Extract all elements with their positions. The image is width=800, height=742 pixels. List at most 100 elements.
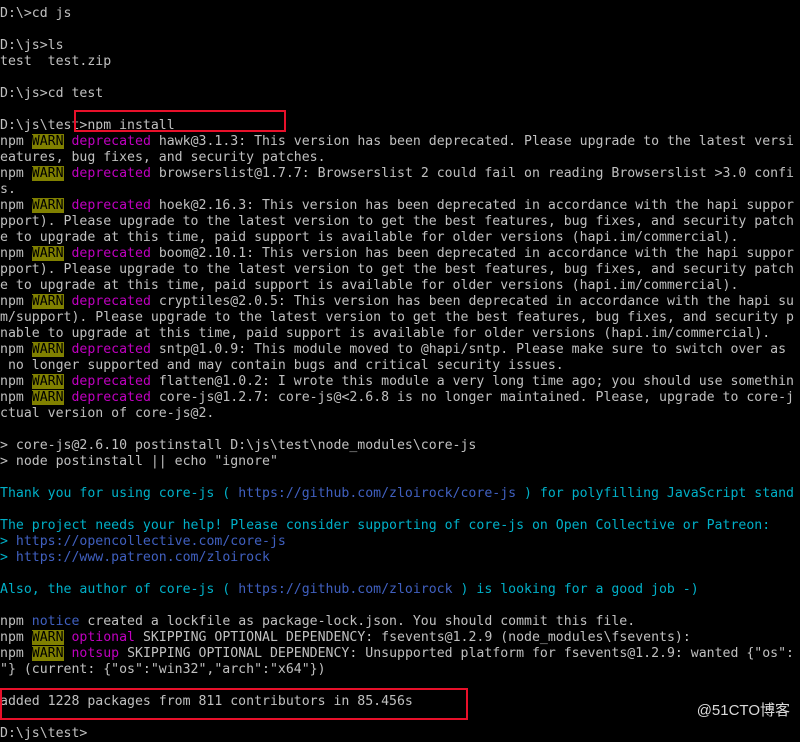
line-text: D:\js\test> xyxy=(0,726,88,741)
line-text: pport). Please upgrade to the latest ver… xyxy=(0,262,794,277)
line-text: npm xyxy=(0,614,32,629)
terminal-line: npm WARN deprecated boom@2.10.1: This ve… xyxy=(0,246,800,262)
terminal-line: > https://opencollective.com/core-js xyxy=(0,534,800,550)
line-text: npm xyxy=(0,390,32,405)
line-text: SKIPPING OPTIONAL DEPENDENCY: Unsupporte… xyxy=(119,646,794,661)
line-text: D:\js>cd test xyxy=(0,86,104,101)
line-text: npm xyxy=(0,646,32,661)
line-text: WARN xyxy=(31,646,64,661)
terminal-line: > node postinstall || echo "ignore" xyxy=(0,454,800,470)
terminal-line: pport). Please upgrade to the latest ver… xyxy=(0,262,800,278)
line-text: hoek@2.16.3: This version has been depre… xyxy=(150,198,794,213)
line-text: eatures, bug fixes, and security patches… xyxy=(0,150,326,165)
line-text: https://www.patreon.com/zloirock xyxy=(15,550,270,565)
line-text: npm xyxy=(0,134,32,149)
line-text: created a lockfile as package-lock.json.… xyxy=(79,614,636,629)
line-text: > xyxy=(0,534,16,549)
line-text: cryptiles@2.0.5: This version has been d… xyxy=(150,294,794,309)
line-text: deprecated xyxy=(71,342,151,357)
line-text: https://github.com/zloirock xyxy=(238,582,453,597)
line-text: npm xyxy=(0,294,32,309)
terminal-line: npm WARN optional SKIPPING OPTIONAL DEPE… xyxy=(0,630,800,646)
line-text: D:\>cd js xyxy=(0,6,72,21)
terminal-line: e to upgrade at this time, paid support … xyxy=(0,230,800,246)
terminal-line: eatures, bug fixes, and security patches… xyxy=(0,150,800,166)
terminal-line: > https://www.patreon.com/zloirock xyxy=(0,550,800,566)
terminal-line: > core-js@2.6.10 postinstall D:\js\test\… xyxy=(0,438,800,454)
terminal-line: "} (current: {"os":"win32","arch":"x64"}… xyxy=(0,662,800,678)
line-text: > node postinstall || echo "ignore" xyxy=(0,454,278,469)
line-text: WARN xyxy=(31,166,64,181)
watermark-logo: @51CTO博客 xyxy=(696,702,790,719)
line-text: WARN xyxy=(31,246,64,261)
line-text: ) is looking for a good job -) xyxy=(452,582,699,597)
line-text: deprecated xyxy=(71,166,151,181)
terminal-line: Also, the author of core-js ( https://gi… xyxy=(0,582,800,598)
line-text: npm xyxy=(0,374,32,389)
line-text: e to upgrade at this time, paid support … xyxy=(0,278,739,293)
line-text: WARN xyxy=(31,134,64,149)
line-text: npm xyxy=(0,198,32,213)
terminal-line: ctual version of core-js@2. xyxy=(0,406,800,422)
line-text: browserslist@1.7.7: Browserslist 2 could… xyxy=(150,166,794,181)
line-text: WARN xyxy=(31,390,64,405)
line-text: "} (current: {"os":"win32","arch":"x64"}… xyxy=(0,662,326,677)
line-text: flatten@1.0.2: I wrote this module a ver… xyxy=(150,374,794,389)
line-text: m/support). Please upgrade to the latest… xyxy=(0,310,794,325)
line-text: notsup xyxy=(71,646,120,661)
terminal-line: pport). Please upgrade to the latest ver… xyxy=(0,214,800,230)
line-text: hawk@3.1.3: This version has been deprec… xyxy=(150,134,794,149)
line-text: test test.zip xyxy=(0,54,112,69)
npm-install-highlight xyxy=(74,110,286,132)
line-text: Also, the author of core-js ( xyxy=(0,582,239,597)
line-text: D:\js>ls xyxy=(0,38,64,53)
line-text: ctual version of core-js@2. xyxy=(0,406,215,421)
line-text: sntp@1.0.9: This module moved to @hapi/s… xyxy=(150,342,787,357)
line-text: WARN xyxy=(31,342,64,357)
line-text: deprecated xyxy=(71,198,151,213)
terminal-line: npm WARN notsup SKIPPING OPTIONAL DEPEND… xyxy=(0,646,800,662)
terminal-line: npm WARN deprecated browserslist@1.7.7: … xyxy=(0,166,800,182)
terminal-line: npm WARN deprecated hawk@3.1.3: This ver… xyxy=(0,134,800,150)
terminal-line: npm WARN deprecated flatten@1.0.2: I wro… xyxy=(0,374,800,390)
line-text: ) for polyfilling JavaScript stand xyxy=(516,486,794,501)
line-text: notice xyxy=(31,614,80,629)
line-text: deprecated xyxy=(71,374,151,389)
line-text: https://github.com/zloirock/core-js xyxy=(238,486,517,501)
result-highlight xyxy=(0,688,468,720)
line-text: https://opencollective.com/core-js xyxy=(15,534,286,549)
terminal-line: npm WARN deprecated sntp@1.0.9: This mod… xyxy=(0,342,800,358)
line-text: e to upgrade at this time, paid support … xyxy=(0,230,739,245)
terminal-line: npm WARN deprecated cryptiles@2.0.5: Thi… xyxy=(0,294,800,310)
line-text: no longer supported and may contain bugs… xyxy=(0,358,564,373)
terminal-line: D:\js>ls xyxy=(0,38,800,54)
line-text: pport). Please upgrade to the latest ver… xyxy=(0,214,794,229)
line-text: deprecated xyxy=(71,246,151,261)
line-text: npm xyxy=(0,246,32,261)
terminal-line: D:\js>cd test xyxy=(0,86,800,102)
line-text: WARN xyxy=(31,294,64,309)
terminal-line: The project needs your help! Please cons… xyxy=(0,518,800,534)
line-text: Thank you for using core-js ( xyxy=(0,486,239,501)
line-text: SKIPPING OPTIONAL DEPENDENCY: fsevents@1… xyxy=(135,630,691,645)
line-text: npm xyxy=(0,630,32,645)
line-text: nable to upgrade at this time, paid supp… xyxy=(0,326,771,341)
line-text: WARN xyxy=(31,630,64,645)
terminal-line: npm notice created a lockfile as package… xyxy=(0,614,800,630)
terminal-line: D:\>cd js xyxy=(0,6,800,22)
line-text: > core-js@2.6.10 postinstall D:\js\test\… xyxy=(0,438,477,453)
line-text: npm xyxy=(0,342,32,357)
line-text: npm xyxy=(0,166,32,181)
line-text: > xyxy=(0,550,16,565)
line-text: The project needs your help! Please cons… xyxy=(0,518,771,533)
terminal-line: no longer supported and may contain bugs… xyxy=(0,358,800,374)
terminal-line: e to upgrade at this time, paid support … xyxy=(0,278,800,294)
line-text: deprecated xyxy=(71,294,151,309)
